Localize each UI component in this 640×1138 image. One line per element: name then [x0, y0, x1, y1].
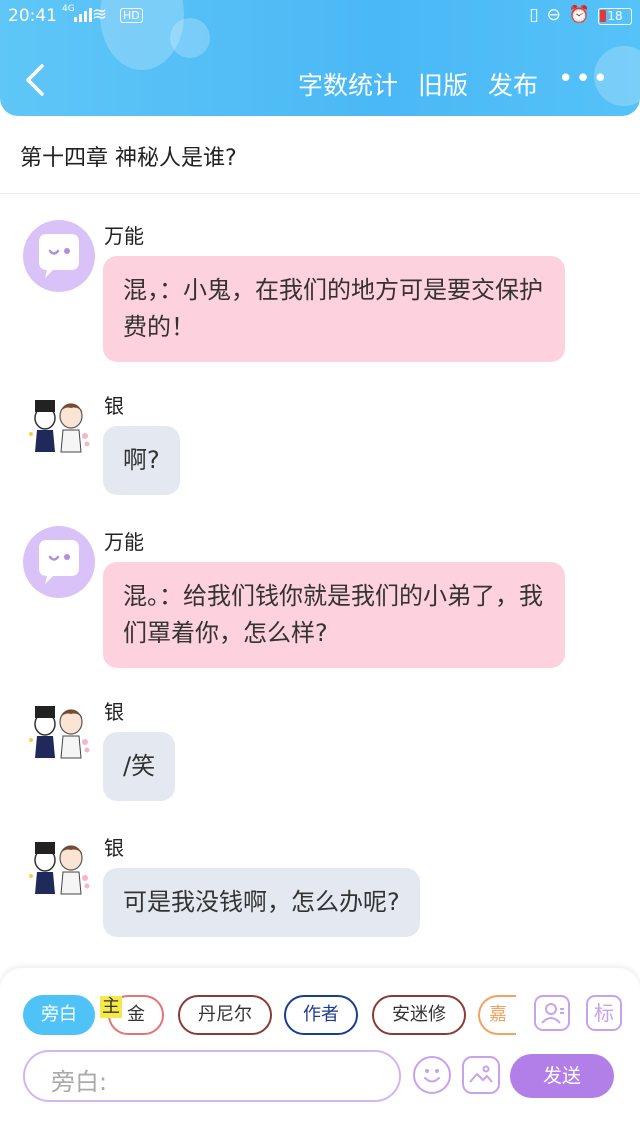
message-bubble[interactable]: 混，：小鬼，在我们的地方可是要交保护费的！ — [103, 256, 565, 362]
message-bubble[interactable]: 啊? — [103, 426, 180, 495]
status-time: 20:41 — [8, 6, 57, 26]
old-version-button[interactable]: 旧版 — [418, 66, 468, 102]
sender-name: 万能 — [104, 530, 144, 554]
image-button[interactable] — [462, 1056, 500, 1094]
vibrate-icon: ▯ — [529, 5, 539, 25]
sender-name: 万能 — [104, 224, 144, 248]
send-button[interactable]: 发送 — [510, 1054, 614, 1098]
more-options-icon[interactable]: ••• — [558, 64, 610, 94]
role-chip-author[interactable]: 作者 — [284, 995, 358, 1035]
message-bubble[interactable]: 可是我没钱啊，怎么办呢? — [103, 868, 420, 937]
sender-name: 银 — [104, 700, 124, 724]
message-input[interactable]: 旁白: — [23, 1050, 401, 1102]
smiley-icon — [424, 1069, 440, 1083]
status-bar: 20:41 4G ≋ HD ▯ ⊖ ⏰ 18 — [0, 0, 640, 34]
anime-avatar[interactable] — [23, 832, 95, 904]
publish-button[interactable]: 发布 — [488, 66, 538, 102]
network-type: 4G — [62, 4, 75, 14]
main-character-marker: 主 — [100, 996, 122, 1018]
role-chip-anmixiu[interactable]: 安迷修 — [372, 995, 466, 1035]
wifi-icon: ≋ — [92, 4, 108, 25]
anime-avatar[interactable] — [23, 696, 95, 768]
hd-badge: HD — [120, 8, 143, 23]
signal-icon — [74, 8, 92, 22]
anime-avatar[interactable] — [23, 390, 95, 462]
character-portrait-icon — [24, 833, 94, 903]
character-portrait-icon — [24, 697, 94, 767]
sender-name: 银 — [104, 394, 124, 418]
composer-panel: 旁白 金 主 丹尼尔 作者 安迷修 嘉 标 旁白: 发送 — [0, 968, 640, 1138]
top-header: 20:41 4G ≋ HD ▯ ⊖ ⏰ 18 字数统计 旧版 发布 ••• — [0, 0, 640, 116]
chapter-title[interactable]: 第十四章 神秘人是谁? — [0, 116, 640, 194]
role-chip-jia[interactable]: 嘉 — [478, 995, 516, 1035]
system-icons: ▯ ⊖ ⏰ — [529, 5, 590, 25]
lock-icon: ⊖ — [546, 5, 561, 25]
role-chip-narrator[interactable]: 旁白 — [23, 995, 95, 1035]
word-count-button[interactable]: 字数统计 — [298, 66, 398, 102]
person-icon — [541, 1003, 564, 1024]
back-button[interactable] — [22, 62, 50, 98]
tag-button[interactable]: 标 — [586, 995, 622, 1031]
chat-bubble-icon — [39, 234, 79, 278]
sender-name: 银 — [104, 836, 124, 860]
add-role-button[interactable] — [534, 995, 570, 1031]
chat-bubble-avatar[interactable] — [23, 220, 95, 292]
header-actions: 字数统计 旧版 发布 — [298, 66, 538, 102]
chat-bubble-avatar[interactable] — [23, 526, 95, 598]
image-icon — [469, 1065, 493, 1083]
character-portrait-icon — [24, 391, 94, 461]
message-bubble[interactable]: 混。：给我们钱你就是我们的小弟了，我们罩着你，怎么样? — [103, 562, 565, 668]
message-bubble[interactable]: /笑 — [103, 732, 176, 801]
emoji-button[interactable] — [413, 1056, 451, 1094]
battery-icon: 18 — [598, 8, 632, 25]
chat-bubble-icon — [39, 540, 79, 584]
chevron-left-icon — [26, 64, 44, 96]
role-chip-daniel[interactable]: 丹尼尔 — [178, 995, 272, 1035]
alarm-icon: ⏰ — [568, 5, 590, 25]
